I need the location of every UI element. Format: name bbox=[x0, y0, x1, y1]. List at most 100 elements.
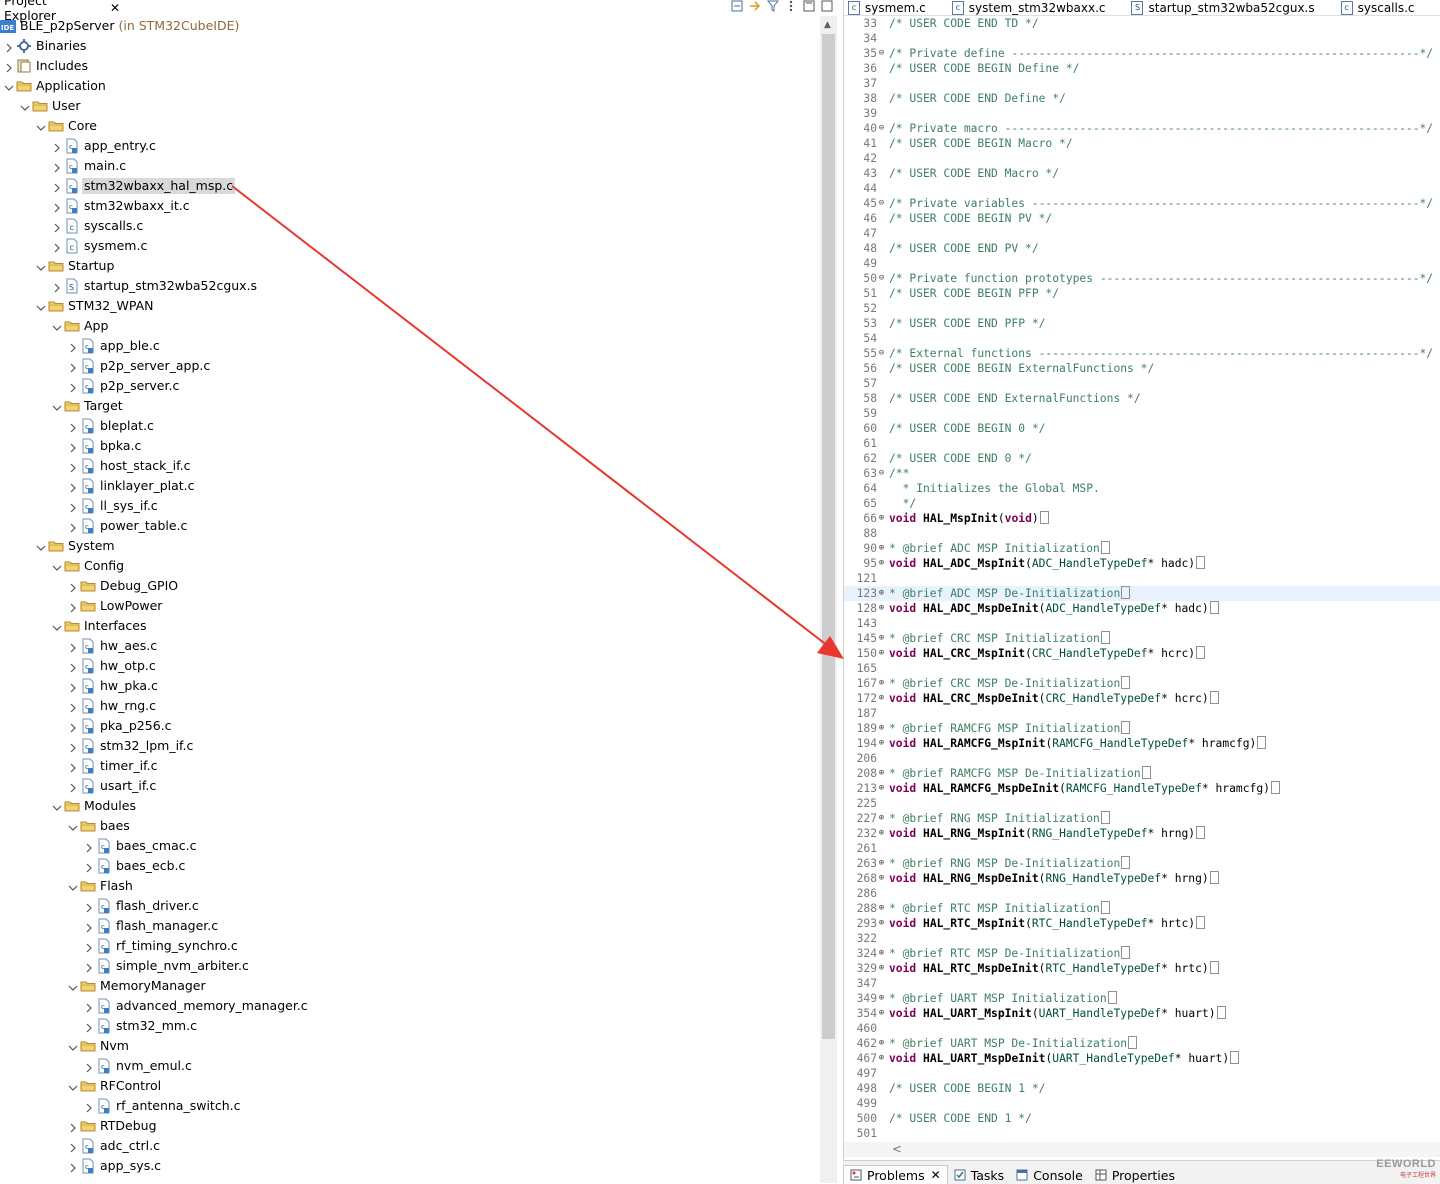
chevron-down-icon[interactable] bbox=[36, 121, 46, 131]
fold-expand-icon[interactable]: ⊕ bbox=[877, 634, 886, 643]
chevron-right-icon[interactable] bbox=[84, 861, 94, 873]
tree-item[interactable]: baes bbox=[0, 816, 820, 836]
fold-expand-icon[interactable]: ⊕ bbox=[877, 904, 886, 913]
code-line[interactable]: 232 ⊕ void HAL_RNG_MspInit(RNG_HandleTypeD… bbox=[844, 826, 1440, 841]
tree-item[interactable]: c bpka.c bbox=[0, 436, 820, 456]
chevron-right-icon[interactable] bbox=[84, 1061, 94, 1073]
chevron-right-icon[interactable] bbox=[68, 381, 78, 393]
code-line[interactable]: 62 /* USER CODE END 0 */ bbox=[844, 451, 1440, 466]
editor-tab[interactable]: Sstartup_stm32wba52cgux.s bbox=[1127, 0, 1318, 15]
code-line[interactable]: 208 ⊕ * @brief RAMCFG MSP De-Initializatio… bbox=[844, 766, 1440, 781]
code-line[interactable]: 145 ⊕ * @brief CRC MSP Initialization bbox=[844, 631, 1440, 646]
fold-expand-icon[interactable]: ⊕ bbox=[877, 919, 886, 928]
chevron-down-icon[interactable] bbox=[52, 561, 62, 571]
code-line[interactable]: 324 ⊕ * @brief RTC MSP De-Initialization bbox=[844, 946, 1440, 961]
fold-collapse-icon[interactable]: ⊖ bbox=[877, 469, 886, 478]
code-line[interactable]: 41 /* USER CODE BEGIN Macro */ bbox=[844, 136, 1440, 151]
chevron-right-icon[interactable] bbox=[68, 581, 78, 593]
code-line[interactable]: 206 bbox=[844, 751, 1440, 766]
code-line[interactable]: 194 ⊕ void HAL_RAMCFG_MspInit(RAMCFG_Handl… bbox=[844, 736, 1440, 751]
code-line[interactable]: 497 bbox=[844, 1066, 1440, 1081]
code-line[interactable]: 293 ⊕ void HAL_RTC_MspInit(RTC_HandleTypeD… bbox=[844, 916, 1440, 931]
chevron-right-icon[interactable] bbox=[4, 61, 14, 73]
code-line[interactable]: 33 /* USER CODE END TD */ bbox=[844, 16, 1440, 31]
tree-item[interactable]: c baes_cmac.c bbox=[0, 836, 820, 856]
chevron-right-icon[interactable] bbox=[84, 901, 94, 913]
folded-code-marker[interactable] bbox=[1100, 811, 1110, 824]
chevron-right-icon[interactable] bbox=[68, 461, 78, 473]
chevron-right-icon[interactable] bbox=[68, 781, 78, 793]
editor-hscrollbar[interactable]: < bbox=[844, 1142, 1440, 1157]
chevron-right-icon[interactable] bbox=[68, 741, 78, 753]
project-explorer-tab[interactable]: Project Explorer ✕ bbox=[0, 0, 120, 23]
code-line[interactable]: 354 ⊕ void HAL_UART_MspInit(UART_HandleTyp… bbox=[844, 1006, 1440, 1021]
chevron-right-icon[interactable] bbox=[68, 721, 78, 733]
code-line[interactable]: 460 bbox=[844, 1021, 1440, 1036]
tree-item[interactable]: c rf_timing_synchro.c bbox=[0, 936, 820, 956]
folded-code-marker[interactable] bbox=[1121, 586, 1131, 599]
tree-item[interactable]: c baes_ecb.c bbox=[0, 856, 820, 876]
code-line[interactable]: 187 bbox=[844, 706, 1440, 721]
code-line[interactable]: 501 bbox=[844, 1126, 1440, 1141]
chevron-right-icon[interactable] bbox=[52, 281, 62, 293]
folded-code-marker[interactable] bbox=[1039, 511, 1049, 524]
tree-item[interactable]: c ll_sys_if.c bbox=[0, 496, 820, 516]
chevron-down-icon[interactable] bbox=[68, 1041, 78, 1051]
tree-item[interactable]: c simple_nvm_arbiter.c bbox=[0, 956, 820, 976]
tree-item[interactable]: Interfaces bbox=[0, 616, 820, 636]
code-line[interactable]: 498 /* USER CODE BEGIN 1 */ bbox=[844, 1081, 1440, 1096]
code-line[interactable]: 56 /* USER CODE BEGIN ExternalFunctions *… bbox=[844, 361, 1440, 376]
folded-code-marker[interactable] bbox=[1257, 736, 1267, 749]
tree-item[interactable]: c app_sys.c bbox=[0, 1156, 820, 1176]
code-line[interactable]: 165 bbox=[844, 661, 1440, 676]
maximize-icon[interactable] bbox=[821, 0, 833, 12]
code-line[interactable]: 225 bbox=[844, 796, 1440, 811]
tree-item[interactable]: c timer_if.c bbox=[0, 756, 820, 776]
fold-expand-icon[interactable]: ⊕ bbox=[877, 724, 886, 733]
code-line[interactable]: 63 ⊖/** bbox=[844, 466, 1440, 481]
code-line[interactable]: 263 ⊕ * @brief RNG MSP De-Initialization bbox=[844, 856, 1440, 871]
chevron-right-icon[interactable] bbox=[68, 601, 78, 613]
code-line[interactable]: 39 bbox=[844, 106, 1440, 121]
code-line[interactable]: 59 bbox=[844, 406, 1440, 421]
tree-item[interactable]: c p2p_server_app.c bbox=[0, 356, 820, 376]
tree-item[interactable]: c sysmem.c bbox=[0, 236, 820, 256]
fold-expand-icon[interactable]: ⊕ bbox=[877, 949, 886, 958]
fold-expand-icon[interactable]: ⊕ bbox=[877, 814, 886, 823]
code-area[interactable]: 33/* USER CODE END TD */34 35 ⊖/* Private … bbox=[844, 16, 1440, 1141]
tree-item[interactable]: STM32_WPAN bbox=[0, 296, 820, 316]
fold-expand-icon[interactable]: ⊕ bbox=[877, 874, 886, 883]
tree-item[interactable]: c syscalls.c bbox=[0, 216, 820, 236]
folded-code-marker[interactable] bbox=[1270, 781, 1280, 794]
fold-expand-icon[interactable]: ⊕ bbox=[877, 514, 886, 523]
folded-code-marker[interactable] bbox=[1100, 541, 1110, 554]
fold-expand-icon[interactable]: ⊕ bbox=[877, 739, 886, 748]
chevron-right-icon[interactable] bbox=[68, 1161, 78, 1173]
scroll-left-icon[interactable]: < bbox=[892, 1142, 902, 1156]
code-line[interactable]: 121 bbox=[844, 571, 1440, 586]
chevron-right-icon[interactable] bbox=[68, 521, 78, 533]
fold-expand-icon[interactable]: ⊕ bbox=[877, 769, 886, 778]
code-line[interactable]: 189 ⊕ * @brief RAMCFG MSP Initialization bbox=[844, 721, 1440, 736]
tree-item[interactable]: c hw_aes.c bbox=[0, 636, 820, 656]
fold-expand-icon[interactable]: ⊕ bbox=[877, 679, 886, 688]
tree-item[interactable]: c adc_ctrl.c bbox=[0, 1136, 820, 1156]
chevron-right-icon[interactable] bbox=[84, 961, 94, 973]
folded-code-marker[interactable] bbox=[1196, 916, 1206, 929]
code-line[interactable]: 90 ⊕ * @brief ADC MSP Initialization bbox=[844, 541, 1440, 556]
editor-tab[interactable]: c sysmem.c bbox=[844, 0, 930, 15]
chevron-right-icon[interactable] bbox=[68, 441, 78, 453]
code-line[interactable]: 54 bbox=[844, 331, 1440, 346]
chevron-right-icon[interactable] bbox=[68, 361, 78, 373]
chevron-right-icon[interactable] bbox=[68, 1121, 78, 1133]
tree-item[interactable]: c flash_manager.c bbox=[0, 916, 820, 936]
code-line[interactable]: 34 bbox=[844, 31, 1440, 46]
tree-item[interactable]: RFControl bbox=[0, 1076, 820, 1096]
chevron-down-icon[interactable] bbox=[36, 541, 46, 551]
chevron-down-icon[interactable] bbox=[68, 821, 78, 831]
folded-code-marker[interactable] bbox=[1121, 856, 1131, 869]
code-line[interactable]: 61 bbox=[844, 436, 1440, 451]
fold-expand-icon[interactable]: ⊕ bbox=[877, 1039, 886, 1048]
fold-collapse-icon[interactable]: ⊖ bbox=[877, 124, 886, 133]
code-line[interactable]: 66 ⊕ void HAL_MspInit(void) bbox=[844, 511, 1440, 526]
